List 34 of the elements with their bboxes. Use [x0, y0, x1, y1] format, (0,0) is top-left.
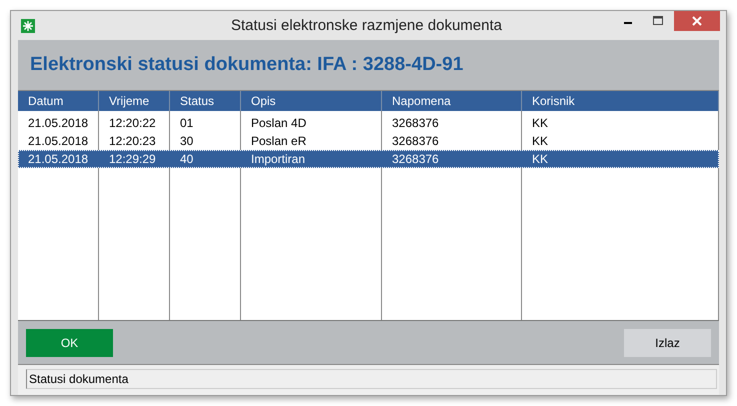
table-row[interactable]: 21.05.2018 12:29:29 40 Importiran 3268376 KK [18, 150, 719, 168]
document-heading: Elektronski statusi dokumenta: IFA : 3288-4D-91 [30, 54, 464, 76]
table-cell-text: 12:20:22 [108, 115, 157, 132]
close-icon[interactable] [674, 11, 720, 31]
window-title: Statusi elektronske razmjene dokumenta [230, 17, 502, 34]
table-cell-text: KK [531, 133, 550, 150]
table-cell-text: 01 [179, 115, 194, 132]
table-cell-text: KK [531, 115, 550, 132]
table-cell-text: Importiran [250, 151, 306, 168]
table-cell-text: 21.05.2018 [27, 133, 90, 150]
table-cell-text: 3268376 [391, 151, 440, 168]
app-icon [21, 18, 35, 32]
column-header[interactable]: Datum [18, 91, 99, 111]
table-cell-text: 3268376 [391, 133, 440, 150]
table-cell-text: 40 [179, 151, 194, 168]
table-cell-text: 3268376 [391, 115, 440, 132]
table-cell-text: Poslan eR [250, 133, 308, 150]
column-header[interactable]: Korisnik [522, 91, 719, 111]
table-cell-text: 21.05.2018 [27, 151, 90, 168]
table-row[interactable]: 21.05.2018 12:20:23 30 Poslan eR 3268376 KK [18, 132, 719, 150]
table-cell-text: 12:20:23 [108, 133, 157, 150]
column-header[interactable]: Opis [241, 91, 382, 111]
table-cell-text: 12:29:29 [108, 151, 157, 168]
ok-button[interactable]: OK [26, 328, 113, 356]
column-header[interactable]: Napomena [382, 91, 522, 111]
table-cell-text: Poslan 4D [250, 115, 308, 132]
column-header[interactable]: Status [170, 91, 241, 111]
table-cell-text: 30 [179, 133, 194, 150]
table-cell-text: 21.05.2018 [27, 115, 90, 132]
exit-button[interactable]: Izlaz [624, 328, 711, 356]
table-cell-text: KK [531, 151, 550, 168]
status-bar: Statusi dokumenta [26, 369, 717, 389]
table-row[interactable]: 21.05.2018 12:20:22 01 Poslan 4D 3268376 KK [18, 114, 719, 132]
column-header[interactable]: Vrijeme [99, 91, 170, 111]
